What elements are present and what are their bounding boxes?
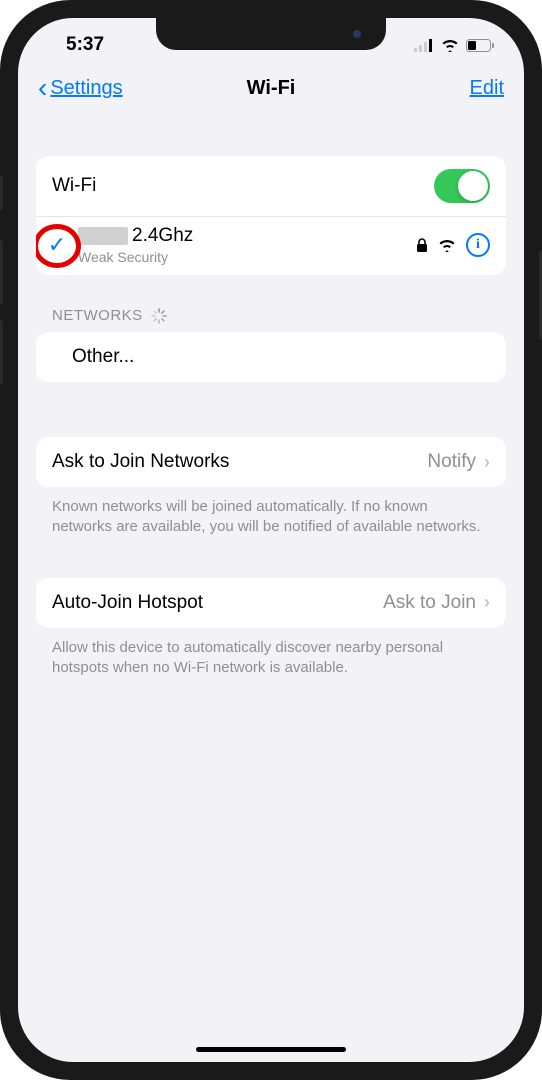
- mute-switch: [0, 175, 3, 210]
- auto-hotspot-group: Auto-Join Hotspot Ask to Join ›: [36, 578, 506, 628]
- spinner-icon: [151, 308, 167, 324]
- network-subtitle: Weak Security: [78, 249, 416, 265]
- auto-hotspot-row[interactable]: Auto-Join Hotspot Ask to Join ›: [36, 578, 506, 628]
- volume-down: [0, 320, 3, 385]
- ask-join-footer: Known networks will be joined automatica…: [36, 487, 506, 538]
- page-title: Wi-Fi: [247, 77, 296, 100]
- edit-button[interactable]: Edit: [470, 77, 504, 100]
- cellular-icon: [414, 39, 434, 52]
- nav-bar: ‹ Settings Wi-Fi Edit: [18, 66, 524, 116]
- ask-join-row[interactable]: Ask to Join Networks Notify ›: [36, 437, 506, 487]
- battery-icon: [466, 39, 494, 52]
- wifi-group: Wi-Fi ✓ 2.4Ghz Weak Security: [36, 156, 506, 275]
- status-time: 5:37: [66, 34, 104, 56]
- screen: 5:37 ‹ Settings Wi-Fi Edit Wi-Fi: [18, 18, 524, 1062]
- wifi-toggle-row: Wi-Fi: [36, 156, 506, 216]
- info-icon[interactable]: i: [466, 233, 490, 257]
- auto-hotspot-value: Ask to Join: [383, 592, 476, 614]
- lock-icon: [416, 238, 428, 253]
- other-network-row[interactable]: Other...: [36, 332, 506, 382]
- ask-join-value: Notify: [427, 451, 476, 473]
- networks-header-label: NETWORKS: [52, 307, 143, 324]
- ask-join-group: Ask to Join Networks Notify ›: [36, 437, 506, 487]
- auto-hotspot-label: Auto-Join Hotspot: [52, 592, 383, 614]
- connected-network-row[interactable]: ✓ 2.4Ghz Weak Security i: [36, 216, 506, 275]
- toggle-knob: [458, 171, 488, 201]
- home-indicator[interactable]: [196, 1047, 346, 1052]
- wifi-label: Wi-Fi: [52, 175, 434, 197]
- wifi-signal-icon: [438, 239, 456, 252]
- auto-hotspot-footer: Allow this device to automatically disco…: [36, 628, 506, 679]
- chevron-right-icon: ›: [484, 452, 490, 473]
- camera-dot: [353, 30, 361, 38]
- back-label: Settings: [50, 77, 122, 100]
- wifi-toggle[interactable]: [434, 169, 490, 203]
- chevron-right-icon: ›: [484, 592, 490, 613]
- annotation-circle: [36, 224, 81, 268]
- ask-join-label: Ask to Join Networks: [52, 451, 427, 473]
- phone-frame: 5:37 ‹ Settings Wi-Fi Edit Wi-Fi: [0, 0, 542, 1080]
- network-name-suffix: 2.4Ghz: [132, 225, 193, 247]
- volume-up: [0, 240, 3, 305]
- other-networks-group: Other...: [36, 332, 506, 382]
- network-name: 2.4Ghz: [78, 225, 416, 247]
- redacted-name: [78, 227, 128, 245]
- wifi-icon: [441, 39, 459, 52]
- chevron-left-icon: ‹: [38, 74, 47, 102]
- other-label: Other...: [72, 346, 490, 368]
- back-button[interactable]: ‹ Settings: [38, 74, 123, 102]
- notch: [156, 18, 386, 50]
- networks-header: NETWORKS: [36, 275, 506, 332]
